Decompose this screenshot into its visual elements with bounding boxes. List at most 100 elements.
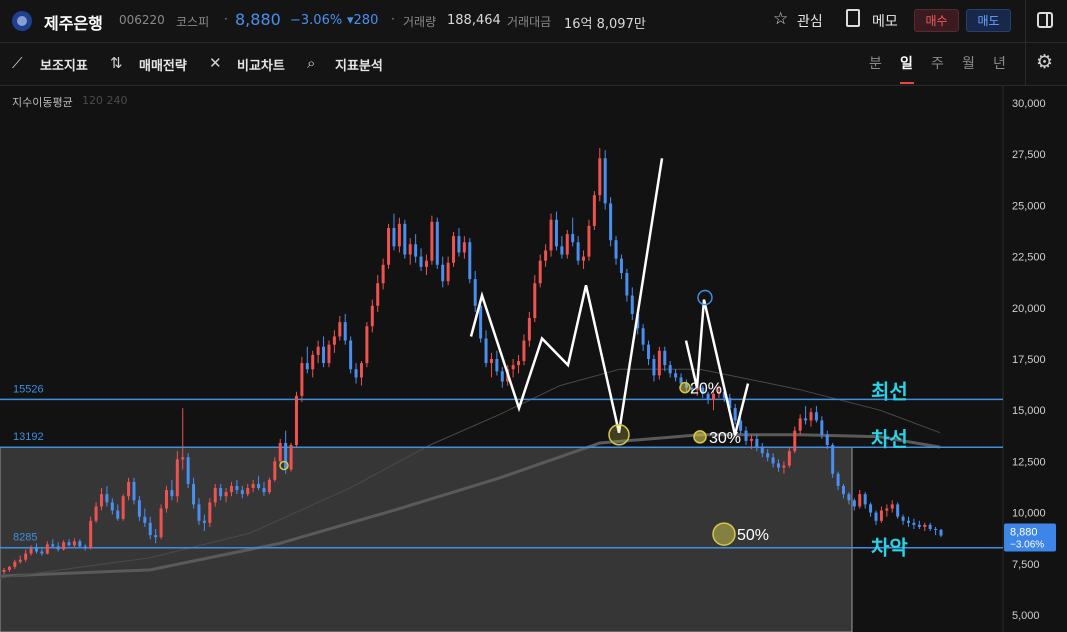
candle-body	[72, 541, 76, 546]
indicator-icon[interactable]: ⟋	[12, 54, 23, 72]
candle-body	[793, 430, 797, 452]
candle-body	[630, 295, 634, 314]
change-amount: ▾280	[347, 13, 379, 28]
trade-amount-value: 16억 8,097만	[564, 17, 646, 32]
period-minute[interactable]: 분	[869, 53, 882, 73]
candle-body	[489, 359, 493, 364]
strategy-button[interactable]: 매매전략	[139, 55, 187, 74]
candle-body	[213, 488, 217, 503]
support-line-label-2: 13192	[13, 431, 44, 443]
bank-logo-icon	[12, 11, 32, 31]
candle-body	[316, 346, 320, 355]
support-line-label-1: 15526	[13, 383, 44, 395]
candle-body	[7, 566, 11, 570]
candle-body	[40, 551, 44, 554]
candle-body	[24, 553, 28, 560]
favorite-button[interactable]: 관심	[797, 11, 823, 31]
candle-body	[842, 485, 846, 495]
candle-body	[462, 242, 466, 253]
candle-body	[208, 502, 212, 523]
candle-body	[224, 492, 228, 497]
candle-body	[587, 225, 591, 257]
candle-body	[771, 457, 775, 464]
period-year[interactable]: 년	[993, 53, 1006, 73]
candle-body	[381, 264, 385, 284]
candle-body	[825, 434, 829, 446]
candle-body	[890, 504, 894, 509]
candle-body	[62, 542, 66, 550]
candle-body	[251, 483, 255, 489]
panel-toggle-icon[interactable]	[1037, 12, 1053, 28]
strategy-icon[interactable]: ⇅	[110, 54, 123, 72]
level-annotation-2: 차선	[871, 427, 908, 451]
memo-icon[interactable]	[846, 9, 860, 27]
candle-body	[159, 508, 163, 538]
candle-body	[657, 350, 661, 376]
candle-body	[907, 520, 911, 523]
period-month[interactable]: 월	[962, 53, 975, 73]
y-tick-label: 25,000	[1012, 200, 1046, 212]
candle-body	[500, 371, 504, 382]
candle-body	[246, 488, 250, 495]
period-day[interactable]: 일	[900, 53, 913, 73]
star-icon[interactable]: ☆	[773, 9, 788, 29]
candle-body	[94, 506, 98, 521]
candle-body	[495, 359, 499, 372]
candle-body	[327, 344, 331, 364]
candle-body	[13, 561, 17, 567]
settings-icon[interactable]: ⚙	[1036, 51, 1053, 73]
trade-amount-label: 거래대금	[507, 15, 552, 29]
candle-body	[804, 418, 808, 421]
candle-body	[202, 520, 206, 523]
candle-body	[896, 504, 900, 517]
candle-body	[744, 430, 748, 441]
candle-body	[863, 494, 867, 505]
marker-circle-1	[608, 424, 630, 446]
retracement-label-1: 20%	[690, 381, 722, 398]
candle-body	[511, 365, 515, 370]
candle-body	[603, 158, 607, 204]
candle-body	[132, 481, 136, 501]
candle-body	[273, 461, 277, 480]
candle-body	[83, 546, 87, 549]
y-tick-label: 12,500	[1012, 456, 1046, 468]
analysis-icon[interactable]: ⌕	[307, 54, 315, 72]
current-price-tag-value: 8,880	[1010, 527, 1038, 539]
indicators-button[interactable]: 보조지표	[40, 55, 88, 74]
candle-body	[430, 221, 434, 261]
period-week[interactable]: 주	[931, 53, 944, 73]
support-line-label-3: 8285	[13, 532, 37, 544]
candle-body	[29, 548, 33, 554]
candle-body	[435, 221, 439, 265]
price-chart[interactable]: 15526 최선 13192 차선 8285 차악 20% 30% 50% 30,000 27,50…	[0, 86, 1067, 632]
candle-body	[652, 359, 656, 376]
candle-body	[565, 234, 569, 255]
separator-dot-2: ·	[391, 12, 395, 26]
candle-body	[544, 250, 548, 261]
marker-circle-3	[693, 430, 707, 444]
candle-body	[641, 328, 645, 345]
analysis-button[interactable]: 지표분석	[335, 55, 383, 74]
candle-body	[154, 535, 158, 538]
ma-indicator-label: 지수이동평균	[12, 96, 73, 109]
current-price-tag-change: −3.06%	[1010, 540, 1044, 551]
candle-body	[934, 528, 938, 530]
header-divider	[1025, 0, 1026, 43]
candle-body	[419, 256, 423, 267]
compare-button[interactable]: 비교차트	[237, 55, 285, 74]
candle-body	[45, 544, 49, 554]
compare-icon[interactable]: ✕	[209, 54, 222, 72]
marker-circle-2	[679, 381, 691, 394]
candle-body	[235, 485, 239, 491]
level-annotation-1: 최선	[871, 379, 908, 403]
stock-name[interactable]: 제주은행	[44, 10, 103, 34]
candle-body	[852, 500, 856, 507]
candle-body	[397, 223, 401, 247]
candle-body	[257, 483, 261, 489]
candle-body	[51, 544, 55, 547]
sell-button[interactable]: 매도	[966, 9, 1011, 32]
candle-body	[343, 322, 347, 341]
buy-button[interactable]: 매수	[914, 9, 959, 32]
candle-body	[457, 236, 461, 253]
memo-button[interactable]: 메모	[872, 11, 898, 31]
